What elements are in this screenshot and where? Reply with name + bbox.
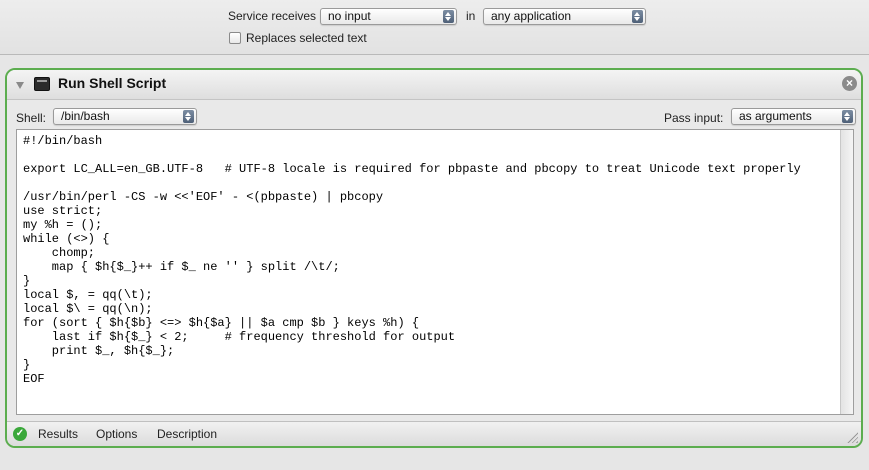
input-type-value: no input bbox=[328, 9, 371, 23]
resize-grip-icon[interactable] bbox=[847, 432, 858, 443]
replaces-selected-text-checkbox[interactable] bbox=[229, 32, 241, 44]
input-type-popup[interactable]: no input bbox=[320, 8, 457, 25]
application-popup[interactable]: any application bbox=[483, 8, 646, 25]
run-shell-script-action: Run Shell Script × Shell: /bin/bash Pass… bbox=[5, 68, 863, 448]
script-editor[interactable]: #!/bin/bash export LC_ALL=en_GB.UTF-8 # … bbox=[16, 129, 854, 415]
action-footer: ✓ Results Options Description bbox=[7, 421, 861, 446]
terminal-icon bbox=[34, 77, 50, 91]
service-options-bar: Service receives no input in any applica… bbox=[0, 0, 869, 55]
shell-label: Shell: bbox=[16, 111, 47, 125]
popup-arrows-icon bbox=[842, 110, 853, 123]
replaces-selected-text-label[interactable]: Replaces selected text bbox=[246, 31, 367, 45]
editor-scrollbar[interactable] bbox=[840, 130, 853, 414]
application-value: any application bbox=[491, 9, 572, 23]
shell-popup[interactable]: /bin/bash bbox=[53, 108, 197, 125]
service-receives-label: Service receives bbox=[228, 9, 317, 23]
popup-arrows-icon bbox=[632, 10, 643, 23]
script-text[interactable]: #!/bin/bash export LC_ALL=en_GB.UTF-8 # … bbox=[23, 134, 801, 386]
disclosure-triangle-icon[interactable] bbox=[16, 82, 24, 89]
in-label: in bbox=[466, 9, 476, 23]
close-icon[interactable]: × bbox=[842, 76, 857, 91]
pass-input-value: as arguments bbox=[739, 109, 812, 123]
popup-arrows-icon bbox=[443, 10, 454, 23]
popup-arrows-icon bbox=[183, 110, 194, 123]
description-tab[interactable]: Description bbox=[157, 427, 217, 441]
action-header: Run Shell Script × bbox=[7, 70, 861, 100]
options-tab[interactable]: Options bbox=[96, 427, 137, 441]
checkmark-icon: ✓ bbox=[13, 427, 27, 441]
pass-input-popup[interactable]: as arguments bbox=[731, 108, 856, 125]
shell-value: /bin/bash bbox=[61, 109, 110, 123]
pass-input-label: Pass input: bbox=[664, 111, 724, 125]
results-tab[interactable]: Results bbox=[38, 427, 78, 441]
action-title: Run Shell Script bbox=[58, 75, 167, 91]
